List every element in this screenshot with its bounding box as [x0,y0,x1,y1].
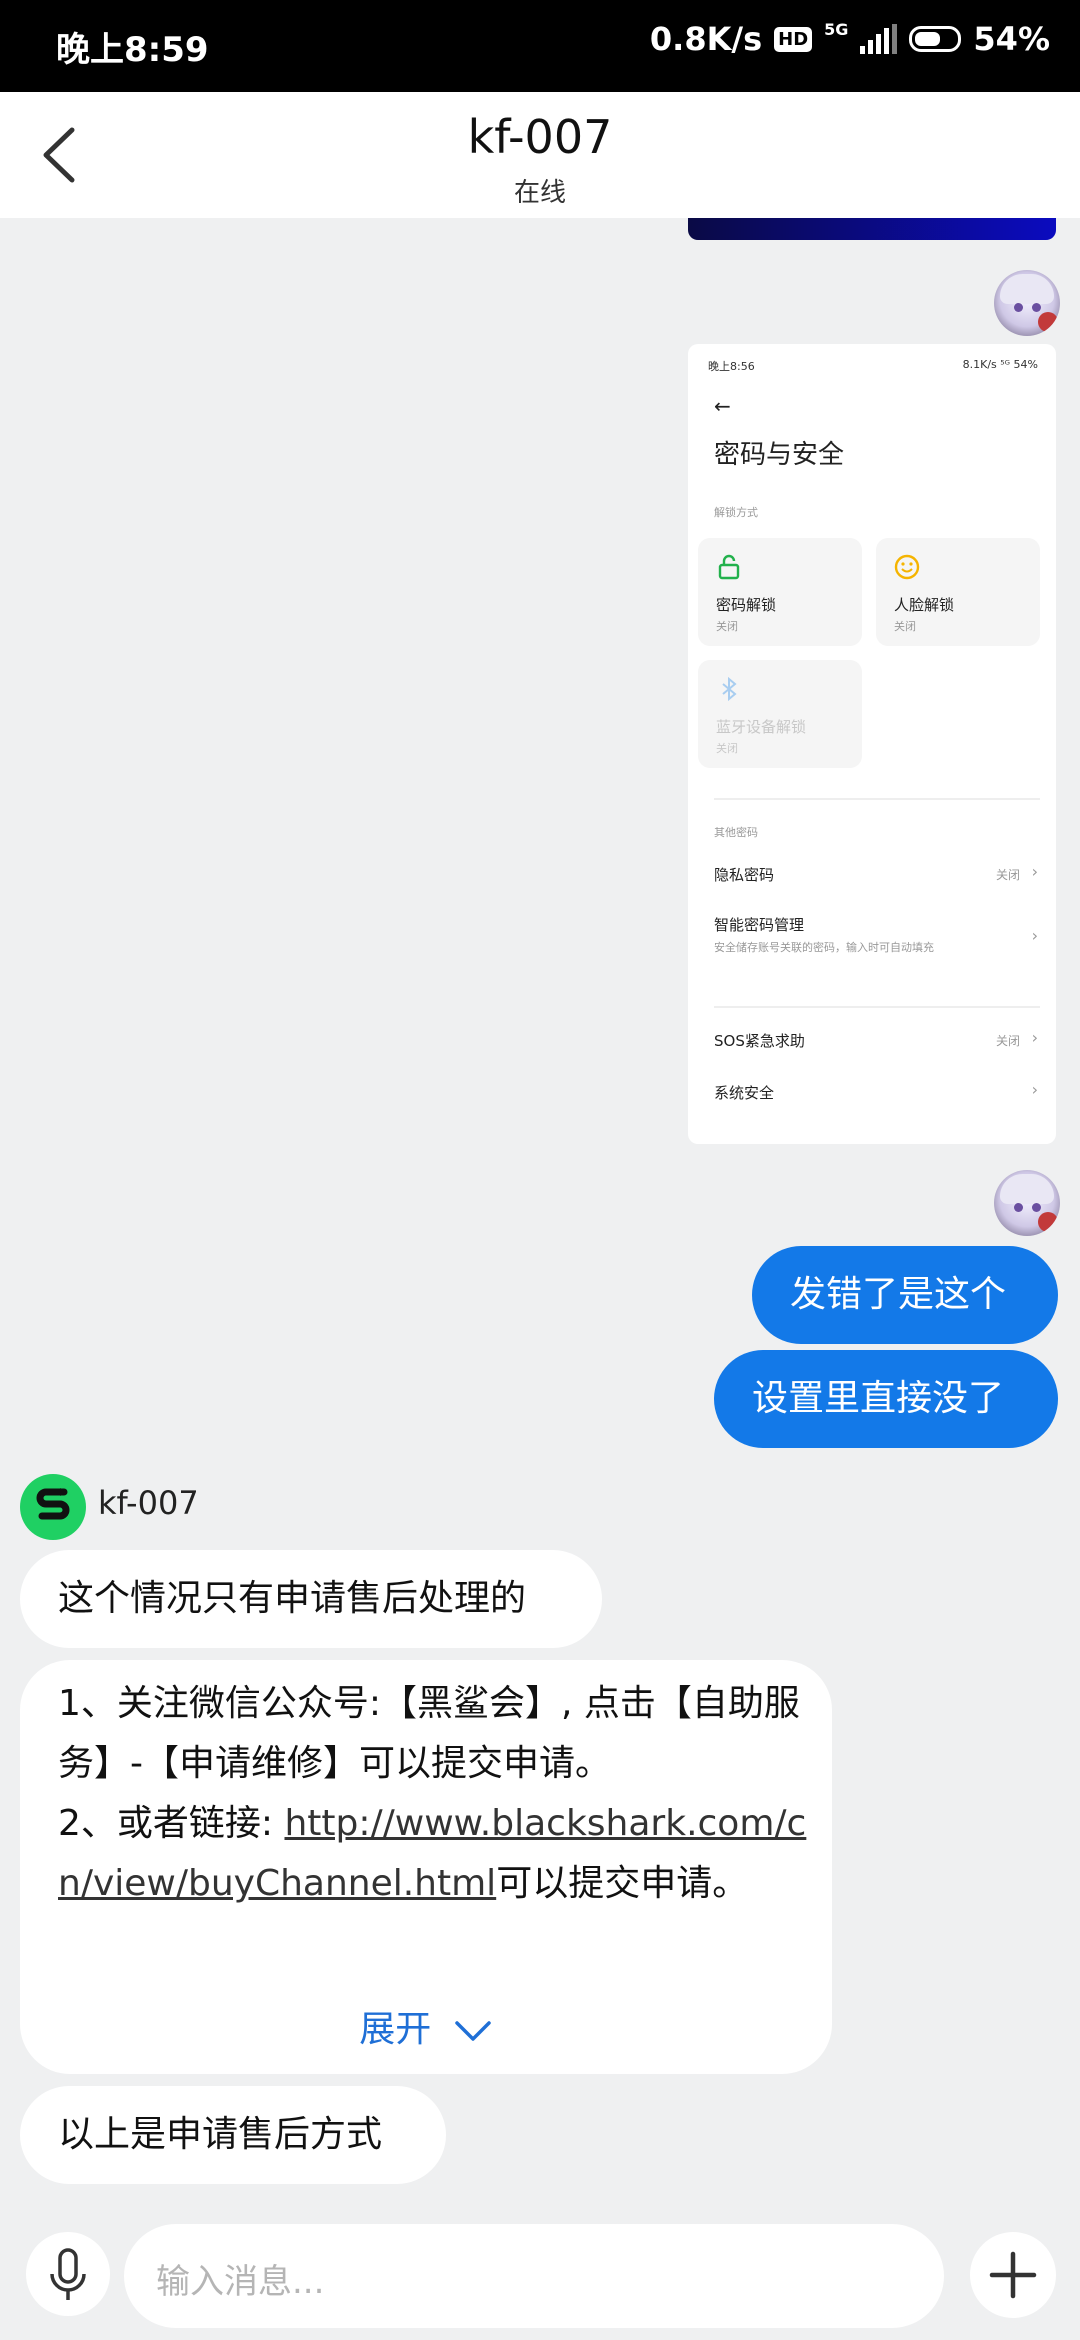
divider [714,798,1040,800]
screenshot-status-time: 晚上8:56 [708,360,755,373]
row-title: 隐私密码 [714,866,775,884]
chevron-right-icon: › [1031,1080,1038,1099]
screenshot-row-privacy: 隐私密码 关闭 › [714,862,1038,885]
row-value: 关闭 [995,1034,1020,1048]
expand-label: 展开 [359,2009,432,2050]
message-bubble-incoming[interactable]: 以上是申请售后方式 [20,2086,446,2184]
chat-title: kf-007 [467,110,613,164]
online-status: 在线 [513,178,566,208]
card-title: 人脸解锁 [894,596,955,614]
screenshot-card-bluetooth: 蓝牙设备解锁 关闭 [698,660,862,768]
battery-level: 54% [973,20,1050,58]
screenshot-card-face: 人脸解锁 关闭 [876,538,1040,646]
row-sub: 安全储存账号关联的密码，输入时可自动填充 [714,941,934,954]
row-title: 智能密码管理 [714,916,805,934]
agent-name: kf-007 [98,1484,199,1522]
card-title: 蓝牙设备解锁 [716,718,807,736]
chevron-right-icon: › [1031,926,1038,945]
image-message-screenshot[interactable]: 晚上8:56 8.1K/s ⁵ᴳ 54% ← 密码与安全 解锁方式 密码解锁 关… [688,344,1056,1144]
message-input[interactable]: 输入消息... [124,2224,1047,2328]
lock-icon [718,554,740,580]
message-line: 可以提交申请。 [496,1863,749,1904]
plus-icon [989,2251,1037,2299]
add-button[interactable] [970,2232,1056,2318]
screenshot-section-unlock: 解锁方式 [714,506,758,519]
chat-header: kf-007 在线 [0,92,1080,218]
status-bar: 晚上8:59 0.8K/s HD 5G 54% [0,0,1080,92]
screenshot-row-sos: SOS紧急求助 关闭 › [714,1028,1038,1051]
screenshot-row-system-security: 系统安全 › [714,1080,1038,1103]
card-title: 密码解锁 [716,596,777,614]
card-sub: 关闭 [894,620,916,633]
voice-button[interactable] [26,2232,110,2316]
message-line: 1、关注微信公众号:【黑鲨会】, 点击【自助服务】-【申请维修】可以提交申请。 [58,1683,800,1784]
card-sub: 关闭 [716,742,738,755]
row-title: 系统安全 [714,1084,775,1102]
bluetooth-icon [722,676,737,702]
network-type: 5G [824,19,849,39]
network-speed: 0.8K/s [649,20,763,58]
agent-avatar-logo[interactable] [20,1474,86,1540]
signal-icon [860,24,898,54]
previous-image-message[interactable] [688,218,1056,240]
input-bar: 输入消息... [0,2210,1080,2340]
message-line: 2、或者链接: [58,1803,285,1844]
row-title: SOS紧急求助 [714,1032,805,1050]
row-value: 关闭 [995,868,1020,882]
screenshot-section-other: 其他密码 [714,826,758,839]
status-time: 晚上8:59 [56,30,209,70]
message-bubble-incoming[interactable]: 这个情况只有申请售后处理的 [20,1550,602,1648]
message-bubble-incoming-long[interactable]: 1、关注微信公众号:【黑鲨会】, 点击【自助服务】-【申请维修】可以提交申请。 … [20,1660,832,2074]
chevron-down-icon [454,2021,491,2041]
screenshot-title: 密码与安全 [714,440,845,470]
screenshot-back-icon: ← [714,394,731,418]
card-sub: 关闭 [716,620,738,633]
input-placeholder: 输入消息... [156,2262,325,2302]
message-text: 1、关注微信公众号:【黑鲨会】, 点击【自助服务】-【申请维修】可以提交申请。 … [58,1674,818,1914]
expand-button[interactable]: 展开 [20,2000,832,2052]
avatar[interactable] [994,1170,1060,1236]
message-bubble-outgoing[interactable]: 设置里直接没了 [714,1350,1058,1448]
chevron-right-icon: › [1031,1028,1038,1047]
avatar[interactable] [994,270,1060,336]
face-icon [894,554,920,580]
battery-icon [909,26,962,52]
divider [714,1006,1040,1008]
microphone-icon [50,2248,86,2300]
screenshot-row-smart-password: 智能密码管理 安全储存账号关联的密码，输入时可自动填充 › [714,914,1038,955]
screenshot-status-right: 8.1K/s ⁵ᴳ 54% [962,358,1038,371]
chevron-right-icon: › [1031,862,1038,881]
hd-icon: HD [774,26,813,52]
screenshot-card-password: 密码解锁 关闭 [698,538,862,646]
message-bubble-outgoing[interactable]: 发错了是这个 [752,1246,1058,1344]
